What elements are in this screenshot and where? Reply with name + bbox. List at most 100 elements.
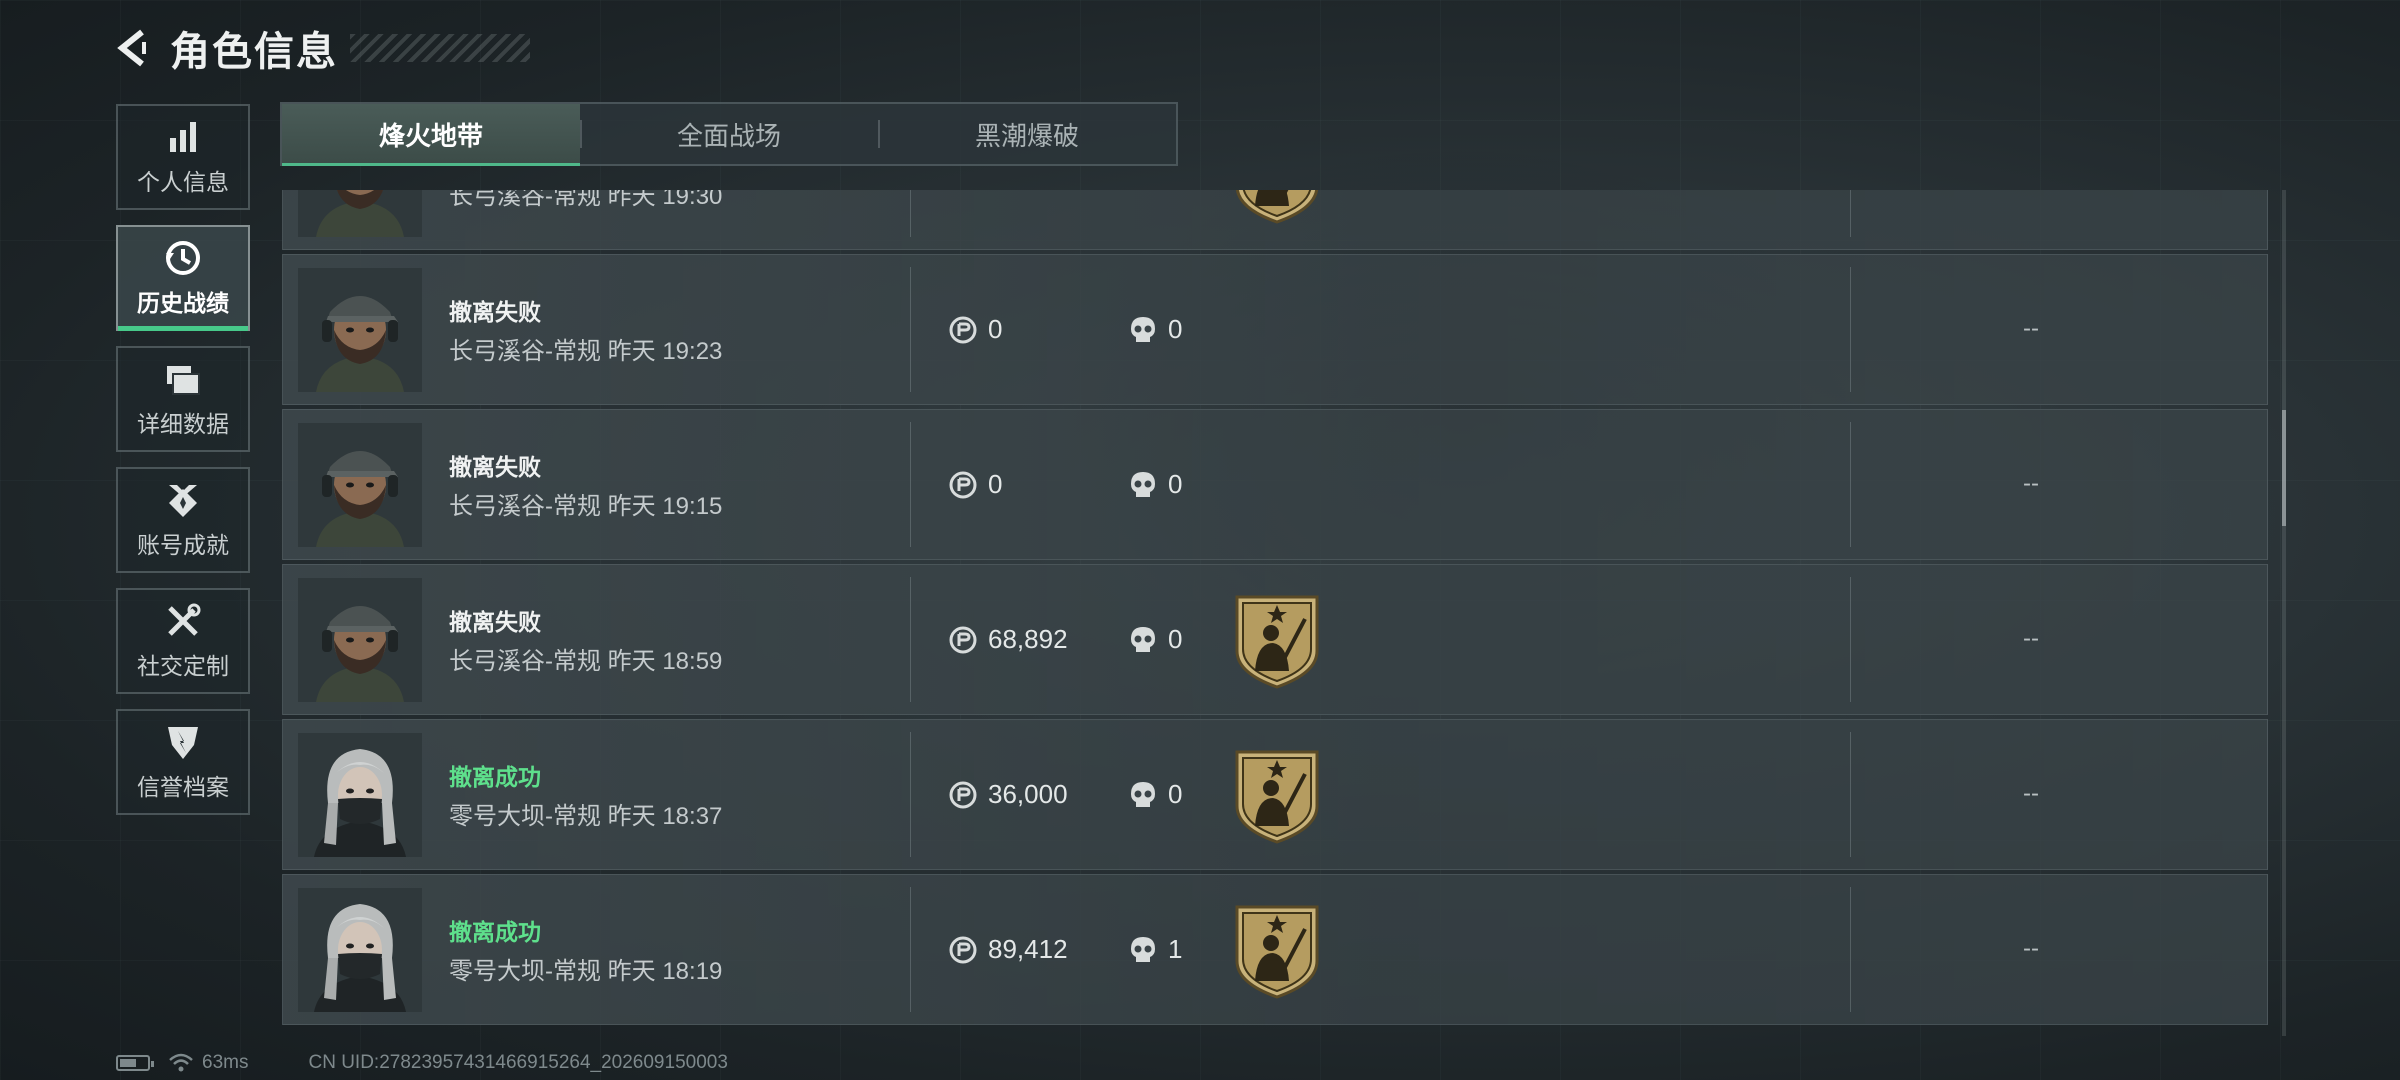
match-time: 昨天 19:15 xyxy=(607,493,723,520)
kill-count-stat: 0 xyxy=(1128,314,1182,345)
page-header: 角色信息 xyxy=(112,18,530,78)
reputation-icon xyxy=(163,722,203,762)
extra-info: -- xyxy=(2023,315,2039,342)
skull-icon xyxy=(1128,625,1158,655)
match-time: 昨天 18:19 xyxy=(607,958,723,985)
sidebar-item-achievements[interactable]: 账号成就 xyxy=(116,467,250,573)
back-button[interactable] xyxy=(112,26,156,70)
extra-info: -- xyxy=(2023,625,2039,652)
column-divider xyxy=(910,267,911,392)
loot-value-stat: 0 xyxy=(948,469,1002,500)
kill-count: 0 xyxy=(1168,779,1183,809)
match-record-row[interactable]: 撤离成功 零号大坝-常规 昨天 18:19 89,412 1 -- xyxy=(282,874,2268,1025)
match-record-row[interactable]: 撤离失败 长弓溪谷-常规 昨天 19:30 8,000 0 -- xyxy=(282,190,2268,250)
operator-avatar xyxy=(298,268,422,392)
skull-icon xyxy=(1128,470,1158,500)
mode-tabs: 烽火地带 全面战场 黑潮爆破 xyxy=(280,102,1178,166)
match-record-row[interactable]: 撤离成功 零号大坝-常规 昨天 18:37 36,000 0 -- xyxy=(282,719,2268,870)
loot-value: 0 xyxy=(988,314,1003,344)
kill-count: 0 xyxy=(1168,314,1183,344)
rank-badge-icon xyxy=(1233,190,1321,224)
kill-count-stat: 0 xyxy=(1128,624,1182,655)
kill-count-stat: 0 xyxy=(1128,779,1182,810)
wifi-icon xyxy=(169,1053,193,1072)
map-name: 零号大坝-常规 xyxy=(449,958,601,985)
left-sidebar: 个人信息 历史战绩 详细数据 账号成就 社交定制 信誉档案 xyxy=(116,104,252,830)
column-divider xyxy=(910,887,911,1012)
kill-count: 0 xyxy=(1168,469,1183,499)
extra-info: -- xyxy=(2023,935,2039,962)
kill-count-stat: 1 xyxy=(1128,934,1182,965)
skull-icon xyxy=(1128,315,1158,345)
extra-info: -- xyxy=(2023,470,2039,497)
page-title: 角色信息 xyxy=(170,30,338,74)
map-and-time: 零号大坝-常规 昨天 18:37 xyxy=(449,796,722,831)
column-divider xyxy=(1850,577,1851,702)
rank-badge-icon xyxy=(1233,593,1321,689)
column-divider xyxy=(1850,732,1851,857)
sidebar-item-label: 账号成就 xyxy=(137,532,229,558)
kill-count: 0 xyxy=(1168,624,1183,654)
scrollbar[interactable] xyxy=(2282,190,2286,1036)
sidebar-item-label: 详细数据 xyxy=(137,411,229,437)
loot-value-stat: 36,000 xyxy=(948,779,1068,810)
skull-icon xyxy=(1128,780,1158,810)
operator-avatar xyxy=(298,888,422,1012)
column-divider xyxy=(1850,190,1851,237)
match-time: 昨天 19:30 xyxy=(607,190,723,210)
rank-badge-icon xyxy=(1233,748,1321,844)
extra-info: -- xyxy=(2023,780,2039,807)
tab-warzone[interactable]: 烽火地带 xyxy=(282,104,580,166)
column-divider xyxy=(910,732,911,857)
sidebar-item-label: 社交定制 xyxy=(137,653,229,679)
loot-value: 36,000 xyxy=(988,779,1068,809)
sidebar-item-label: 个人信息 xyxy=(137,169,229,195)
map-and-time: 长弓溪谷-常规 昨天 18:59 xyxy=(449,641,722,676)
column-divider xyxy=(1850,887,1851,1012)
tab-full-battlefield[interactable]: 全面战场 xyxy=(580,104,878,164)
ping-readout: 63ms xyxy=(202,1052,249,1073)
sidebar-item-reputation[interactable]: 信誉档案 xyxy=(116,709,250,815)
match-time: 昨天 18:59 xyxy=(607,648,723,675)
rank-badge-icon xyxy=(1233,903,1321,999)
column-divider xyxy=(1850,267,1851,392)
sidebar-item-personal-info[interactable]: 个人信息 xyxy=(116,104,250,210)
map-and-time: 零号大坝-常规 昨天 18:19 xyxy=(449,951,722,986)
match-result: 撤离成功 xyxy=(449,764,541,790)
coin-icon xyxy=(948,470,978,500)
match-record-row[interactable]: 撤离失败 长弓溪谷-常规 昨天 18:59 68,892 0 -- xyxy=(282,564,2268,715)
match-result: 撤离成功 xyxy=(449,919,541,945)
loot-value-stat: 68,892 xyxy=(948,624,1068,655)
title-decoration xyxy=(350,34,530,62)
match-history-list[interactable]: 撤离失败 长弓溪谷-常规 昨天 19:30 8,000 0 -- xyxy=(282,190,2268,1036)
loot-value-stat: 0 xyxy=(948,314,1002,345)
sidebar-item-detailed-data[interactable]: 详细数据 xyxy=(116,346,250,452)
loot-value: 68,892 xyxy=(988,624,1068,654)
sidebar-item-label: 信誉档案 xyxy=(137,774,229,800)
map-name: 长弓溪谷-常规 xyxy=(449,190,601,210)
sidebar-item-social[interactable]: 社交定制 xyxy=(116,588,250,694)
loot-value-stat: 89,412 xyxy=(948,934,1068,965)
match-record-row[interactable]: 撤离失败 长弓溪谷-常规 昨天 19:23 0 0 -- xyxy=(282,254,2268,405)
match-time: 昨天 18:37 xyxy=(607,803,723,830)
skull-icon xyxy=(1128,935,1158,965)
achievement-icon xyxy=(163,480,203,520)
operator-avatar xyxy=(298,578,422,702)
tab-black-tide[interactable]: 黑潮爆破 xyxy=(878,104,1176,164)
kill-count-stat: 0 xyxy=(1128,469,1182,500)
column-divider xyxy=(910,190,911,237)
column-divider xyxy=(910,422,911,547)
uid-label: CN UID:2782395743146691526​4_20260915000… xyxy=(308,1052,728,1073)
scrollbar-thumb[interactable] xyxy=(2282,410,2286,526)
tools-icon xyxy=(163,601,203,641)
coin-icon xyxy=(948,780,978,810)
battery-icon xyxy=(116,1055,154,1071)
map-name: 长弓溪谷-常规 xyxy=(449,648,601,675)
sidebar-item-history[interactable]: 历史战绩 xyxy=(116,225,250,331)
operator-avatar xyxy=(298,733,422,857)
folders-icon xyxy=(163,359,203,399)
match-time: 昨天 19:23 xyxy=(607,338,723,365)
map-and-time: 长弓溪谷-常规 昨天 19:15 xyxy=(449,486,722,521)
map-and-time: 长弓溪谷-常规 昨天 19:30 xyxy=(449,190,722,211)
match-record-row[interactable]: 撤离失败 长弓溪谷-常规 昨天 19:15 0 0 -- xyxy=(282,409,2268,560)
